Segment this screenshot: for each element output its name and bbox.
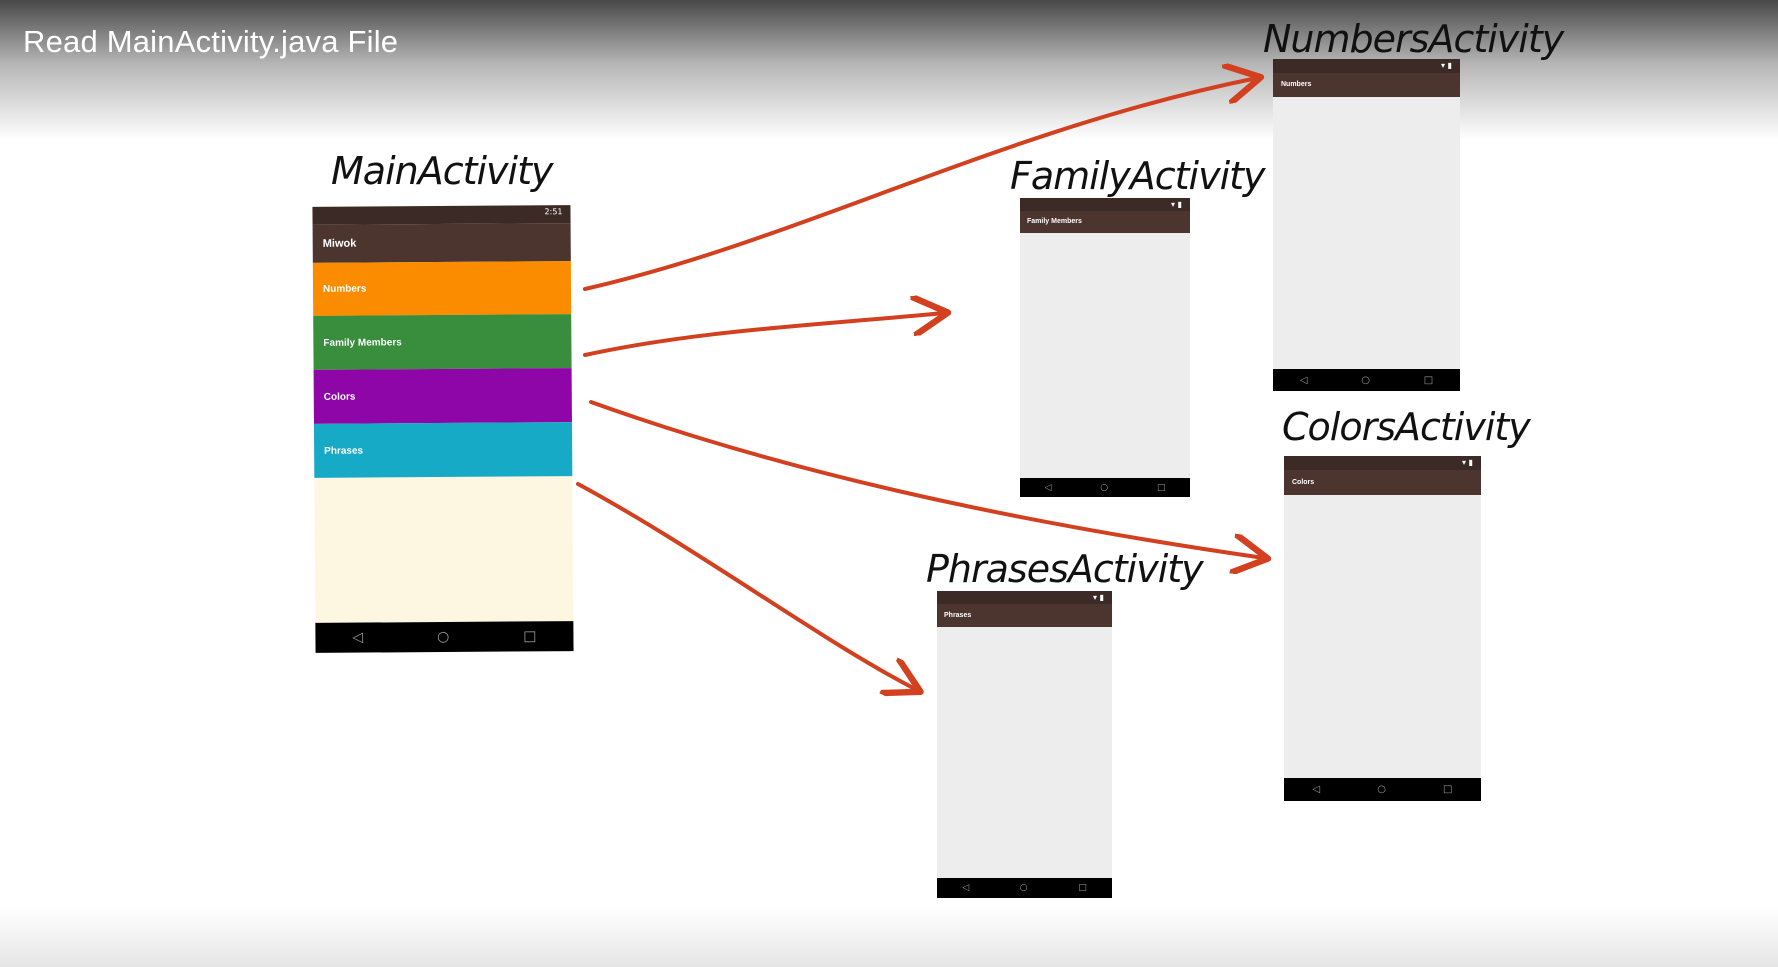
home-icon[interactable]: ○ — [1361, 375, 1370, 386]
app-bar-title: Colors — [1292, 479, 1315, 486]
app-bar: Colors — [1284, 470, 1481, 495]
category-label: Numbers — [322, 283, 367, 295]
app-bar-title: Phrases — [944, 612, 972, 619]
category-label: Phrases — [324, 445, 364, 457]
home-icon[interactable]: ○ — [1100, 483, 1108, 493]
back-icon[interactable]: ◁ — [1044, 483, 1051, 493]
colors-activity-screen: ▾ ▮ Colors ◁ ○ □ — [1284, 456, 1481, 801]
back-icon[interactable]: ◁ — [1313, 784, 1321, 795]
recents-icon[interactable]: □ — [1157, 483, 1166, 493]
status-bar: ▾ ▮ — [1273, 59, 1460, 73]
status-icons: ▾ ▮ — [1171, 200, 1182, 209]
colors-activity-label: ColorsActivity — [1282, 405, 1531, 449]
recents-icon[interactable]: □ — [1424, 375, 1433, 386]
status-time: 2:51 — [544, 207, 563, 217]
status-bar: ▾ ▮ — [1284, 456, 1481, 470]
main-activity-label: MainActivity — [331, 149, 553, 193]
app-bar-title: Family Members — [1027, 218, 1082, 225]
back-icon[interactable]: ◁ — [1300, 375, 1308, 386]
app-bar: Phrases — [937, 604, 1112, 627]
app-bar: Family Members — [1020, 211, 1190, 233]
home-icon[interactable]: ○ — [1020, 883, 1028, 893]
nav-bar: ◁ ○ □ — [1020, 478, 1190, 497]
status-icons: ▾ ▮ — [1462, 458, 1473, 467]
recents-icon[interactable]: □ — [523, 628, 536, 644]
family-activity-label: FamilyActivity — [1010, 154, 1266, 198]
nav-bar: ◁ ○ □ — [315, 621, 574, 653]
numbers-activity-screen: ▾ ▮ Numbers ◁ ○ □ — [1273, 59, 1460, 391]
category-family-members[interactable]: Family Members — [313, 314, 572, 370]
status-bar: 2:51 — [312, 205, 571, 225]
recents-icon[interactable]: □ — [1078, 883, 1087, 893]
nav-bar: ◁ ○ □ — [937, 878, 1112, 898]
status-bar: ▾ ▮ — [1020, 198, 1190, 211]
recents-icon[interactable]: □ — [1443, 784, 1452, 795]
category-phrases[interactable]: Phrases — [313, 422, 573, 478]
family-activity-screen: ▾ ▮ Family Members ◁ ○ □ — [1020, 198, 1190, 497]
app-bar-title: Numbers — [1281, 81, 1312, 88]
status-icons: ▾ ▮ — [1441, 61, 1452, 70]
back-icon[interactable]: ◁ — [352, 630, 363, 646]
back-icon[interactable]: ◁ — [962, 883, 969, 893]
numbers-activity-label: NumbersActivity — [1263, 17, 1564, 61]
home-icon[interactable]: ○ — [1377, 784, 1386, 795]
category-label: Family Members — [323, 336, 402, 349]
navigation-arrows — [576, 0, 1778, 967]
phrases-activity-label: PhrasesActivity — [926, 547, 1204, 591]
home-icon[interactable]: ○ — [437, 629, 449, 645]
app-bar: Miwok — [312, 223, 571, 263]
main-activity-screen: 2:51 Miwok Numbers Family Members Colors… — [312, 205, 574, 653]
arrow-to-phrases — [576, 482, 917, 690]
category-colors[interactable]: Colors — [313, 368, 572, 424]
phrases-activity-screen: ▾ ▮ Phrases ◁ ○ □ — [937, 591, 1112, 898]
nav-bar: ◁ ○ □ — [1284, 778, 1481, 801]
category-numbers[interactable]: Numbers — [312, 261, 572, 316]
status-icons: ▾ ▮ — [1093, 593, 1104, 602]
category-label: Colors — [323, 391, 356, 403]
status-bar: ▾ ▮ — [937, 591, 1112, 604]
app-bar: Numbers — [1273, 73, 1460, 97]
app-bar-title: Miwok — [322, 237, 357, 250]
nav-bar: ◁ ○ □ — [1273, 369, 1460, 391]
arrow-to-family — [583, 313, 944, 357]
